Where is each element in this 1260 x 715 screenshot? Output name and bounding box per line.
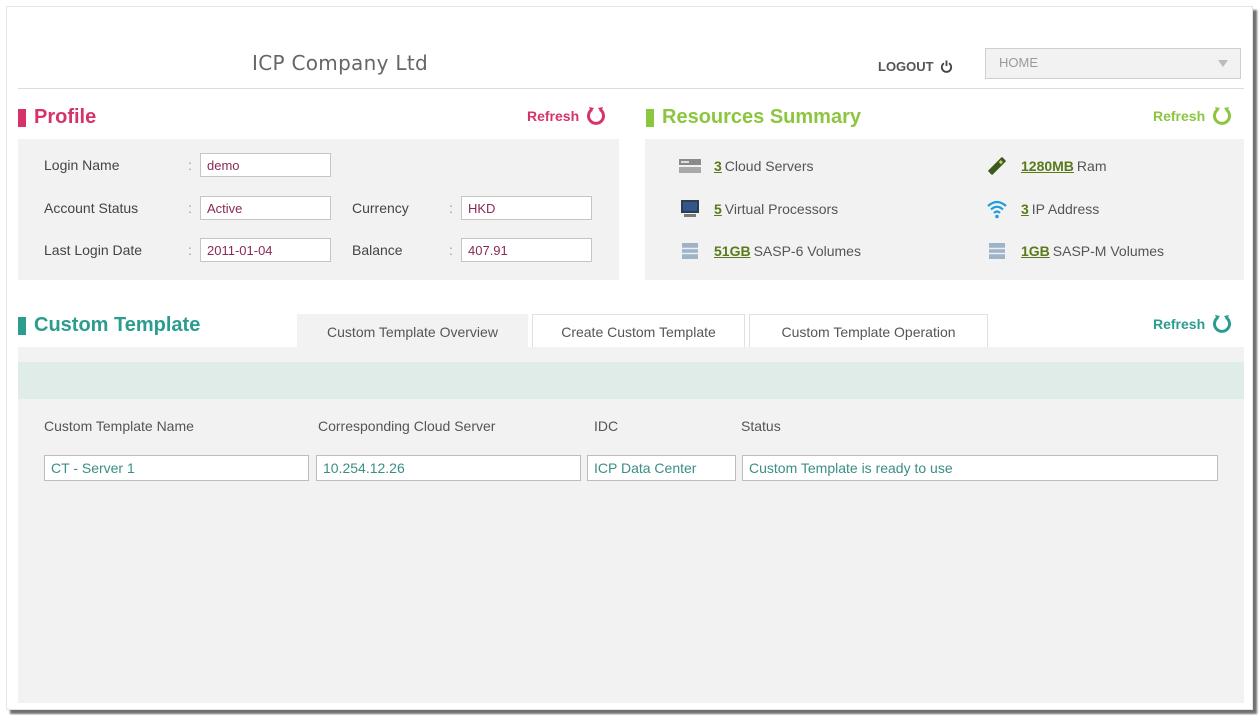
resource-ram: 1280MB Ram xyxy=(985,155,1106,177)
profile-refresh-button[interactable]: Refresh xyxy=(527,106,606,126)
refresh-label: Refresh xyxy=(527,108,580,124)
resources-title: Resources Summary xyxy=(662,106,861,128)
server-icon xyxy=(678,155,702,177)
resource-value[interactable]: 3 xyxy=(714,158,722,174)
login-name-label: Login Name xyxy=(44,157,120,173)
login-name-field: demo xyxy=(200,153,331,177)
wifi-icon xyxy=(985,198,1009,220)
separator: : xyxy=(449,242,453,258)
resource-ip-address: 3 IP Address xyxy=(985,198,1099,220)
cloud-server-cell: 10.254.12.26 xyxy=(316,455,581,481)
tab-create-custom-template[interactable]: Create Custom Template xyxy=(532,314,745,347)
section-marker xyxy=(18,316,26,335)
refresh-label: Refresh xyxy=(1153,316,1206,332)
monitor-icon xyxy=(678,198,702,220)
header-divider xyxy=(18,88,1244,89)
refresh-icon xyxy=(1212,106,1232,126)
column-header-template-name: Custom Template Name xyxy=(44,418,194,434)
resource-label: Ram xyxy=(1076,158,1107,174)
template-panel xyxy=(18,347,1244,703)
tab-custom-template-overview[interactable]: Custom Template Overview xyxy=(297,314,528,347)
resource-cloud-servers: 3 Cloud Servers xyxy=(678,155,814,177)
last-login-field: 2011-01-04 xyxy=(200,238,331,262)
tab-custom-template-operation[interactable]: Custom Template Operation xyxy=(749,314,988,347)
section-marker xyxy=(646,108,654,127)
resource-value[interactable]: 3 xyxy=(1021,201,1029,217)
account-status-label: Account Status xyxy=(44,200,139,216)
resource-label: IP Address xyxy=(1031,201,1100,217)
chevron-down-icon xyxy=(1218,60,1228,67)
storage-icon xyxy=(985,240,1009,262)
ram-icon xyxy=(985,155,1009,177)
resource-virtual-processors: 5 Virtual Processors xyxy=(678,198,838,220)
resource-sasp6-volumes: 51GB SASP-6 Volumes xyxy=(678,240,861,262)
resources-refresh-button[interactable]: Refresh xyxy=(1153,106,1232,126)
logout-button[interactable]: LOGOUT xyxy=(878,59,953,74)
resource-value[interactable]: 1GB xyxy=(1021,243,1050,259)
balance-label: Balance xyxy=(352,242,403,258)
resource-label: SASP-6 Volumes xyxy=(753,243,861,259)
column-header-status: Status xyxy=(741,418,781,434)
column-header-cloud-server: Corresponding Cloud Server xyxy=(318,418,496,434)
balance-field: 407.91 xyxy=(461,238,592,262)
separator: : xyxy=(188,157,192,173)
section-marker xyxy=(18,108,26,127)
last-login-label: Last Login Date xyxy=(44,242,143,258)
template-heading: Custom Template xyxy=(18,314,200,337)
currency-field: HKD xyxy=(461,196,592,220)
profile-title: Profile xyxy=(34,106,97,128)
resource-label: Cloud Servers xyxy=(724,158,814,174)
resource-saspm-volumes: 1GB SASP-M Volumes xyxy=(985,240,1164,262)
account-status-field: Active xyxy=(200,196,331,220)
currency-label: Currency xyxy=(352,200,409,216)
resource-label: SASP-M Volumes xyxy=(1052,243,1165,259)
nav-select[interactable]: HOME xyxy=(985,48,1241,79)
separator: : xyxy=(449,200,453,216)
logout-label: LOGOUT xyxy=(878,59,934,74)
refresh-icon xyxy=(586,106,606,126)
column-header-idc: IDC xyxy=(594,418,619,434)
resource-value[interactable]: 5 xyxy=(714,201,722,217)
resource-label: Virtual Processors xyxy=(724,201,839,217)
company-name: ICP Company Ltd xyxy=(252,51,428,75)
resource-value[interactable]: 1280MB xyxy=(1021,158,1074,174)
idc-cell: ICP Data Center xyxy=(587,455,736,481)
template-toolbar-band xyxy=(18,362,1244,399)
template-refresh-button[interactable]: Refresh xyxy=(1153,314,1232,334)
resource-value[interactable]: 51GB xyxy=(714,243,751,259)
template-title: Custom Template xyxy=(34,314,201,336)
profile-heading: Profile xyxy=(18,106,96,129)
refresh-label: Refresh xyxy=(1153,108,1206,124)
status-cell: Custom Template is ready to use xyxy=(742,455,1218,481)
storage-icon xyxy=(678,240,702,262)
separator: : xyxy=(188,242,192,258)
resources-heading: Resources Summary xyxy=(646,106,861,129)
refresh-icon xyxy=(1212,314,1232,334)
separator: : xyxy=(188,200,192,216)
power-icon xyxy=(940,60,953,73)
template-name-cell: CT - Server 1 xyxy=(44,455,309,481)
nav-select-value: HOME xyxy=(999,55,1038,70)
